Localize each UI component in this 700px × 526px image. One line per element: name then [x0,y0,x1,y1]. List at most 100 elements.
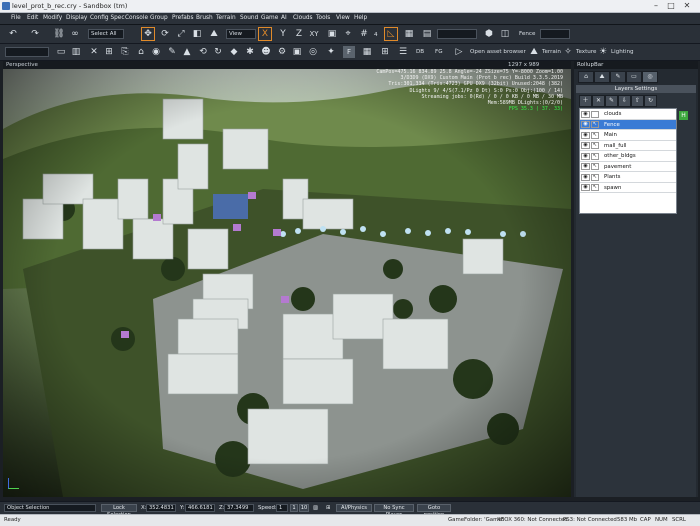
layers-icon[interactable]: ▥ [70,46,82,58]
stack-icon[interactable]: ◫ [499,28,511,40]
camera-icon[interactable]: ▣ [326,28,338,40]
menu-tools[interactable]: Tools [316,15,330,21]
flow-icon[interactable]: ⟲ [197,46,209,58]
layers-tab-icon[interactable]: ◎ [642,71,658,83]
freeze-toggle-icon[interactable]: ↖ [591,152,599,160]
redo-icon[interactable]: ↷ [29,28,41,40]
close-button[interactable]: ✕ [681,1,693,11]
freeze-toggle-icon[interactable]: ↖ [591,142,599,149]
freeze-toggle-icon[interactable]: ↖ [591,121,599,128]
speed-1-button[interactable]: 1 [290,504,298,512]
terrain-follow-icon[interactable]: ▨ [313,505,318,511]
object-filter-field[interactable] [5,47,49,57]
axis-constrain-y-button[interactable]: Y [277,28,289,40]
visibility-toggle-icon[interactable]: ◉ [581,142,590,149]
menu-brush[interactable]: Brush [196,15,213,21]
unlink-icon[interactable]: ∞ [69,28,81,40]
lua-icon[interactable]: ▦ [361,46,373,58]
delete-layer-icon[interactable]: ✕ [592,95,605,107]
move-icon[interactable]: ✥ [141,27,155,41]
layer-row[interactable]: ◉ ↖ Main [580,130,676,141]
terrain-tab-icon[interactable]: ⛰ [594,71,610,83]
scale-icon[interactable]: ⤢ [175,28,187,40]
export-layer-icon[interactable]: ⇧ [631,95,644,107]
menu-prefabs[interactable]: Prefabs [172,15,194,21]
menu-group[interactable]: Group [150,15,168,21]
menu-view[interactable]: View [336,15,350,21]
character-icon[interactable]: ☻ [260,46,272,58]
maximize-button[interactable]: □ [665,1,677,11]
select-region-icon[interactable]: ◧ [191,28,203,40]
grid-icon[interactable]: ⊞ [103,46,115,58]
menu-ai[interactable]: AI [281,15,287,21]
layer-row-selected[interactable]: ◉ ↖ Fence [580,119,676,130]
selection-filter-dropdown[interactable]: Select All [88,29,124,39]
flowgraph-f-button[interactable]: F [343,46,355,58]
new-layer-icon[interactable]: ＋ [579,95,592,107]
network-icon[interactable]: ⊞ [326,505,331,511]
terrain-button[interactable]: Terrain [542,49,561,55]
fence-dropdown[interactable] [540,29,570,39]
fg-button[interactable]: FG [435,49,443,55]
link-icon[interactable]: ⛓ [53,28,65,40]
eye-icon[interactable]: ◎ [307,46,319,58]
ruler-icon[interactable]: ▦ [403,28,415,40]
objects-tab-icon[interactable]: ⌂ [578,71,594,83]
brush-icon[interactable]: ✎ [166,46,178,58]
visibility-toggle-icon[interactable]: ◉ [581,184,590,191]
menu-terrain[interactable]: Terrain [216,15,236,21]
perspective-viewport[interactable]: CamPos=475.16 834.89 25.8 Angle=-24 ZSiz… [3,69,571,497]
rotate-icon[interactable]: ⟳ [159,28,171,40]
save-icon[interactable]: ▭ [55,46,67,58]
menu-config-spec[interactable]: Config Spec [90,15,125,21]
reload-layer-icon[interactable]: ↻ [644,95,657,107]
axis-constrain-xy-button[interactable]: XY [308,28,320,40]
layer-list[interactable]: ◉ clouds ◉ ↖ Fence ◉ ↖ Main ◉ ↖ mall_full ◉ ↖ oth… [579,108,677,214]
visibility-toggle-icon[interactable]: ◉ [581,173,590,181]
snap-terrain-icon[interactable]: ⌖ [342,28,354,40]
light-icon[interactable]: ✱ [244,46,256,58]
minimize-button[interactable]: – [650,1,662,11]
visibility-toggle-icon[interactable]: ◉ [581,131,590,139]
list-icon[interactable]: ☰ [397,46,409,58]
fence-label[interactable]: Fence [519,31,535,37]
visibility-toggle-icon[interactable]: ◉ [581,121,590,128]
menu-display[interactable]: Display [66,15,87,21]
asset-icon[interactable]: ⬢ [483,28,495,40]
viewport-title[interactable]: Perspective [6,62,38,68]
menu-modify[interactable]: Modify [43,15,62,21]
terrain-snap-icon[interactable]: ⛰ [208,28,220,40]
speed-field[interactable]: 1 [276,504,288,512]
undo-icon[interactable]: ↶ [7,28,19,40]
speed-10-button[interactable]: 10 [299,504,309,512]
visibility-toggle-icon[interactable]: ◉ [581,163,590,170]
cube-icon[interactable]: ▣ [291,46,303,58]
copy-icon[interactable]: ⎘ [119,46,131,58]
freeze-toggle-icon[interactable] [591,110,599,118]
axis-constrain-x-button[interactable]: X [258,27,272,41]
paint-icon[interactable]: ▲ [181,46,193,58]
layer-row[interactable]: ◉ ↖ other_bldgs [580,151,676,162]
magnet-icon[interactable]: ⌂ [135,46,147,58]
texture-icon[interactable]: ✧ [562,46,574,58]
angle-snap-icon[interactable]: ◺ [384,27,398,41]
goto-position-button[interactable]: Goto position [417,504,451,518]
lighting-icon[interactable]: ☀ [597,46,609,58]
texture-button[interactable]: Texture [576,49,596,55]
layer-row[interactable]: ◉ ↖ pavement [580,162,676,172]
grid2-icon[interactable]: ⊞ [379,46,391,58]
edit-mode-field[interactable]: Object Selection [4,504,96,512]
reference-coord-dropdown[interactable]: View [226,29,256,39]
freeze-toggle-icon[interactable]: ↖ [591,131,599,139]
x-coordinate-field[interactable]: 352.4831 [146,504,176,512]
layer-row[interactable]: ◉ ↖ mall_full [580,141,676,151]
terrain-icon[interactable]: ⛰ [528,46,540,58]
y-coordinate-field[interactable]: 466.6181 [185,504,215,512]
freeze-toggle-icon[interactable]: ↖ [591,173,599,181]
asset-browser-button[interactable]: Open asset browser [470,49,526,55]
layer-row[interactable]: ◉ clouds [580,109,676,120]
menu-help[interactable]: Help [354,15,367,21]
visibility-toggle-icon[interactable]: ◉ [581,152,590,160]
menu-sound[interactable]: Sound [240,15,258,21]
delete-icon[interactable]: ✕ [88,46,100,58]
